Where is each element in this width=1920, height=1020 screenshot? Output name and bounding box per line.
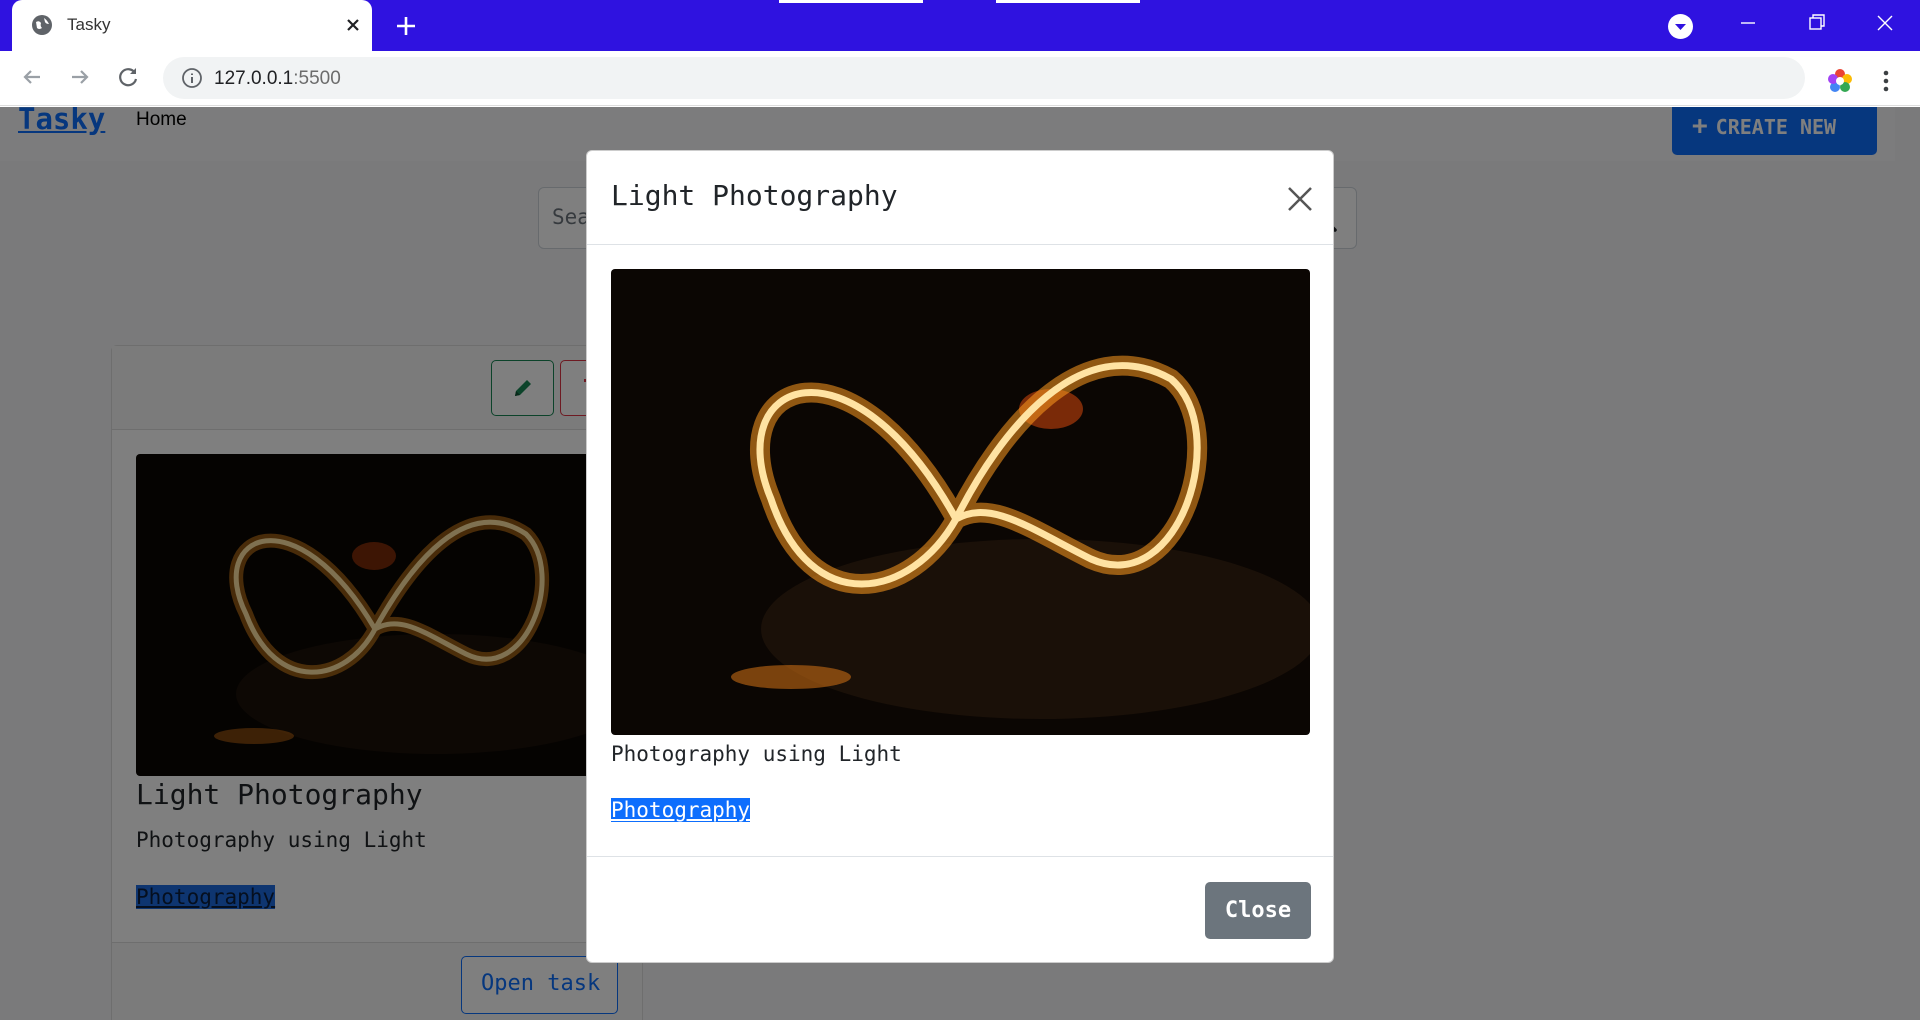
extension-icon[interactable] [1826, 67, 1854, 95]
modal-description: Photography using Light [611, 742, 902, 766]
task-modal: Light Photography Photography using Ligh… [586, 150, 1334, 963]
tab-title: Tasky [67, 15, 111, 34]
browser-tab[interactable]: Tasky [12, 0, 372, 51]
globe-icon [32, 15, 52, 35]
close-icon[interactable] [1284, 183, 1316, 215]
restore-icon[interactable] [1796, 8, 1836, 38]
back-arrow-icon[interactable] [18, 63, 46, 91]
chevron-down-icon [1675, 24, 1686, 30]
url-port: :5500 [293, 68, 341, 89]
strip-mark [996, 0, 1140, 3]
tab-search-button[interactable] [1668, 14, 1693, 39]
address-bar[interactable]: 127.0.0.1:5500 [163, 57, 1805, 99]
forward-arrow-icon[interactable] [66, 63, 94, 91]
kebab-menu-icon[interactable] [1874, 67, 1898, 95]
modal-image [611, 269, 1310, 735]
url-text: 127.0.0.1:5500 [214, 68, 341, 90]
modal-footer: Close [587, 856, 1333, 964]
modal-tag-link[interactable]: Photography [611, 798, 751, 822]
close-window-icon[interactable] [1864, 8, 1904, 38]
minimize-icon[interactable] [1728, 8, 1768, 38]
close-tab-icon[interactable] [342, 14, 364, 36]
info-icon[interactable] [181, 67, 203, 89]
url-host: 127.0.0.1 [214, 68, 294, 89]
reload-icon[interactable] [114, 63, 142, 91]
browser-tabstrip: Tasky [0, 0, 1920, 51]
modal-title: Light Photography [611, 179, 898, 212]
page-viewport: Tasky Home +CREATE NEW Sea [0, 107, 1920, 1020]
strip-mark [779, 0, 923, 3]
modal-header: Light Photography [587, 151, 1333, 245]
close-modal-button[interactable]: Close [1205, 882, 1311, 939]
new-tab-icon[interactable] [393, 13, 419, 39]
browser-toolbar: 127.0.0.1:5500 [0, 51, 1920, 106]
